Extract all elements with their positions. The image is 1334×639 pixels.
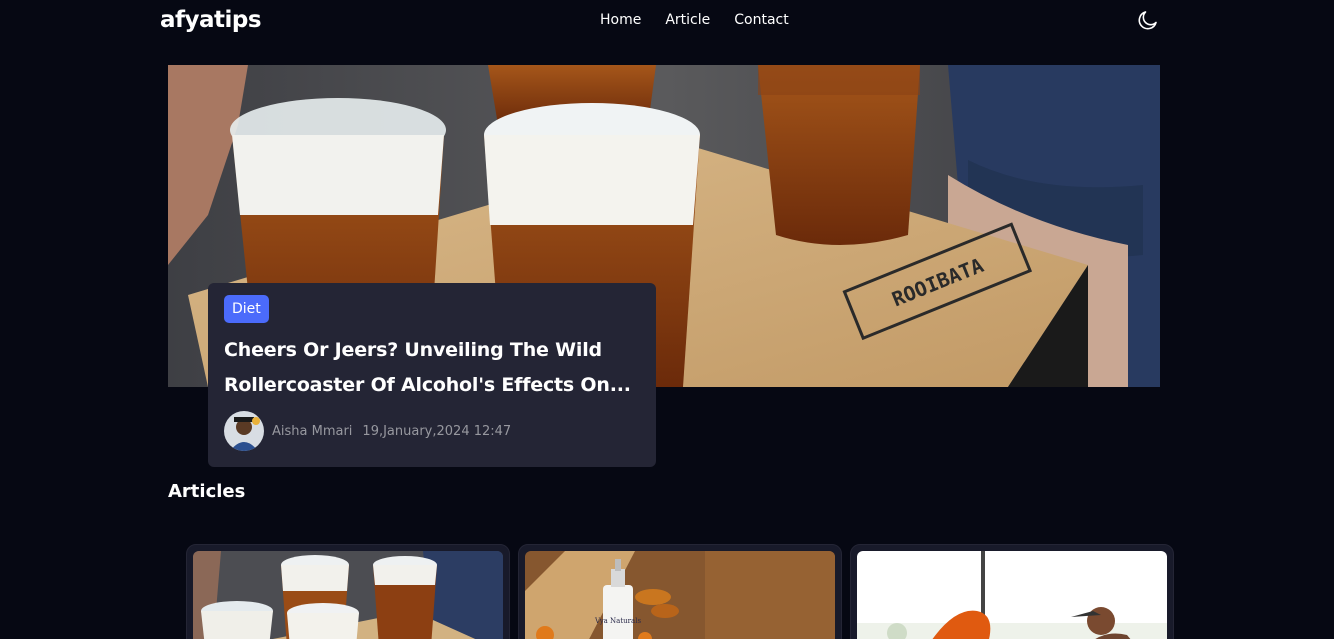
author-avatar[interactable] [224, 411, 264, 451]
nav-links: Home Article Contact [600, 12, 789, 28]
articles-heading: Articles [168, 481, 246, 502]
article-card[interactable] [850, 544, 1174, 639]
post-date: 19,January,2024 12:47 [362, 423, 512, 439]
nav-link-home[interactable]: Home [600, 12, 641, 28]
fitness-woman-image [857, 551, 1167, 639]
nav-link-contact[interactable]: Contact [734, 12, 788, 28]
featured-post-card[interactable]: Diet Cheers Or Jeers? Unveiling The Wild… [208, 283, 656, 467]
beer-cups-image [193, 551, 503, 639]
moon-icon[interactable] [1136, 8, 1160, 32]
featured-post-title-line-1: Cheers Or Jeers? Unveiling The Wild [224, 339, 602, 361]
category-badge[interactable]: Diet [224, 295, 269, 323]
featured-post-title[interactable]: Cheers Or Jeers? Unveiling The Wild Roll… [224, 333, 640, 403]
svg-text:Vya Naturals: Vya Naturals [594, 617, 642, 625]
site-logo[interactable]: afyatips [160, 7, 262, 33]
top-navbar: afyatips Home Article Contact [0, 0, 1334, 44]
article-card[interactable]: Vya Naturals [518, 544, 842, 639]
turmeric-lotion-image: Vya Naturals [525, 551, 835, 639]
nav-link-article[interactable]: Article [665, 12, 710, 28]
featured-post-title-line-2: Rollercoaster Of Alcohol's Effects On... [224, 374, 631, 396]
author-name[interactable]: Aisha Mmari [272, 424, 352, 439]
article-card[interactable] [186, 544, 510, 639]
author-meta: Aisha Mmari 19,January,2024 12:47 [224, 411, 511, 451]
